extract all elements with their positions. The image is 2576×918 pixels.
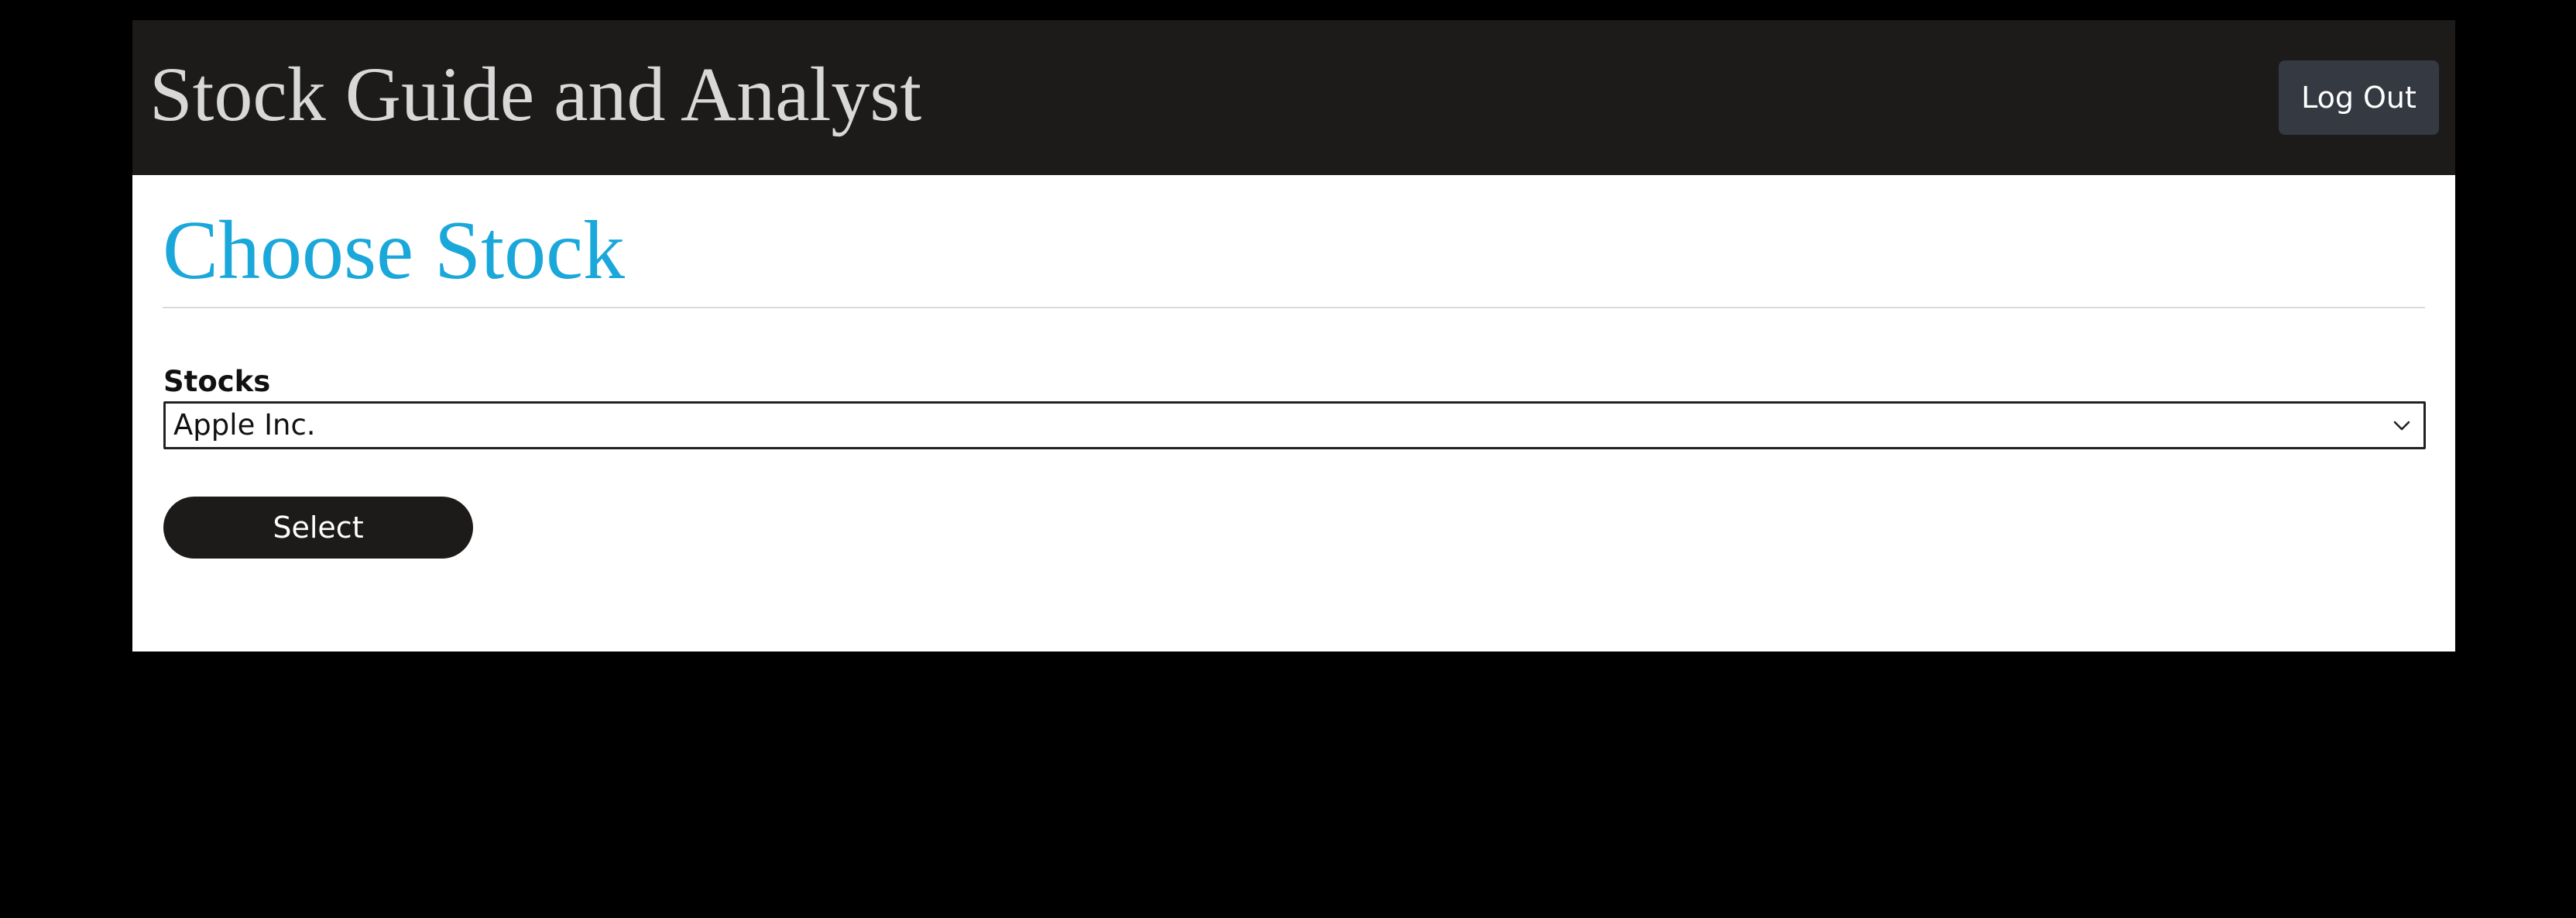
app-title: Stock Guide and Analyst (149, 51, 922, 137)
stocks-label: Stocks (163, 365, 271, 398)
selected-stock-value: Apple Inc. (173, 408, 316, 442)
header-bar: Stock Guide and Analyst Log Out (132, 20, 2455, 175)
logout-button[interactable]: Log Out (2279, 60, 2439, 135)
app-container: Stock Guide and Analyst Log Out Choose S… (132, 20, 2455, 652)
title-divider (163, 307, 2425, 308)
chevron-down-icon (2393, 421, 2410, 431)
page-title: Choose Stock (163, 205, 626, 297)
stock-select[interactable]: Apple Inc. (163, 401, 2426, 449)
select-button[interactable]: Select (163, 497, 473, 559)
